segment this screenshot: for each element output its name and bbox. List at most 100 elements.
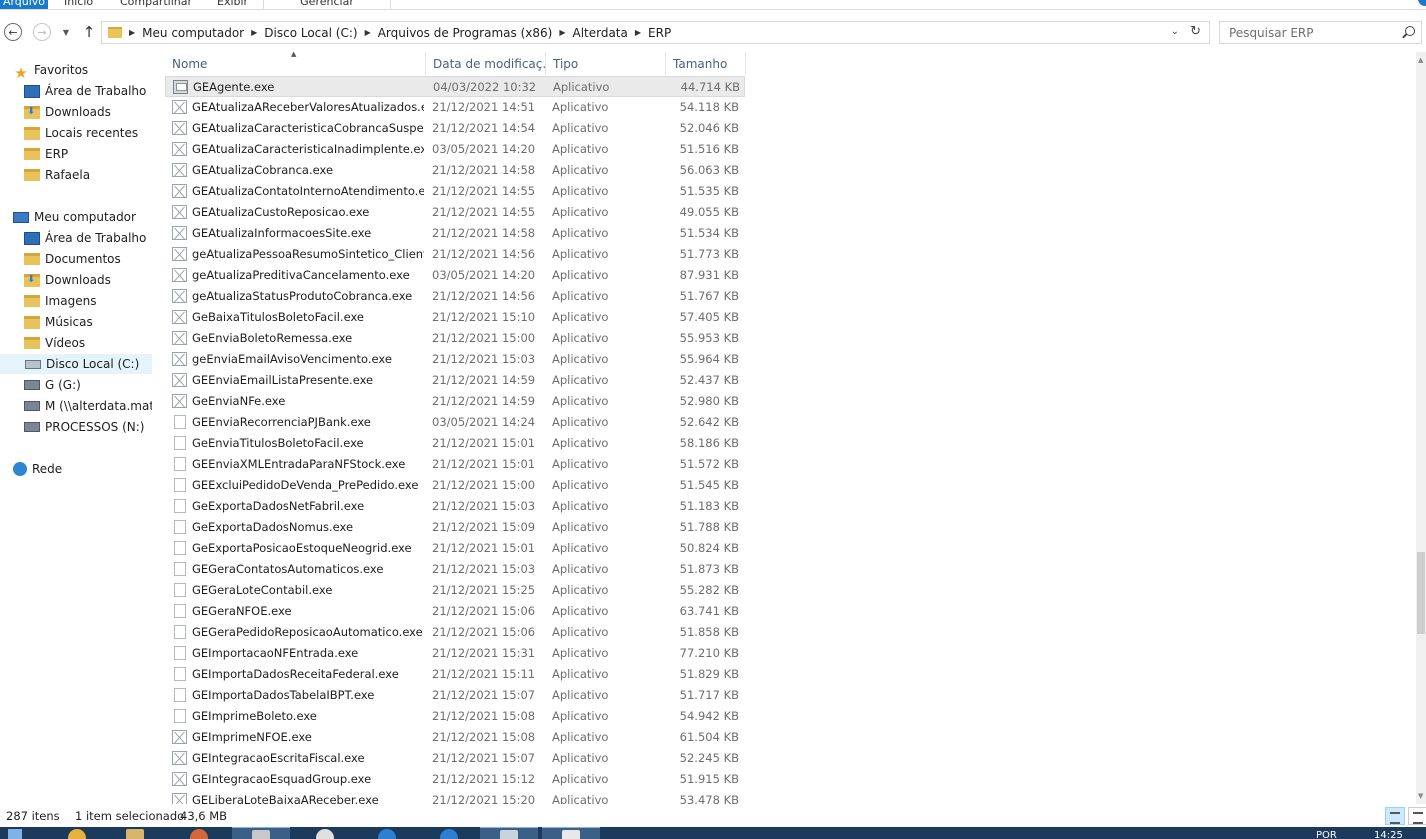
column-header-type[interactable]: Tipo xyxy=(546,52,666,75)
help-icon[interactable] xyxy=(1418,0,1426,6)
large-icons-view-button[interactable] xyxy=(1408,807,1426,825)
nav-item[interactable]: Imagens xyxy=(0,291,152,311)
file-row[interactable]: GEExcluiPedidoDeVenda_PrePedido.exe 21/12… xyxy=(165,475,745,496)
videos-folder-icon xyxy=(24,337,40,349)
nav-item[interactable]: Área de Trabalho xyxy=(0,81,152,101)
file-row[interactable]: GEGeraContatosAutomaticos.exe 21/12/2021 … xyxy=(165,559,745,580)
file-row[interactable]: GEGeraLoteContabil.exe 21/12/2021 15:25 Ap… xyxy=(165,580,745,601)
file-row[interactable]: GEImprimeNFOE.exe 21/12/2021 15:08 Aplicat… xyxy=(165,727,745,748)
taskbar-app-ie[interactable] xyxy=(48,827,106,839)
nav-item[interactable]: Downloads xyxy=(0,270,152,290)
nav-item[interactable]: Área de Trabalho xyxy=(0,228,152,248)
taskbar-app-window-1[interactable] xyxy=(480,827,538,839)
ribbon-tab-home[interactable]: Início xyxy=(64,0,93,9)
file-row[interactable]: GEEnviaXMLEntradaParaNFStock.exe 21/12/20… xyxy=(165,454,745,475)
up-button[interactable]: ↑ xyxy=(80,23,98,41)
nav-item[interactable]: Disco Local (C:) xyxy=(0,354,152,374)
file-row[interactable]: GEImportaDadosReceitaFederal.exe 21/12/20… xyxy=(165,664,745,685)
column-header-size[interactable]: Tamanho xyxy=(666,52,746,75)
breadcrumb-chevron-icon[interactable]: ▶ xyxy=(251,28,257,37)
file-row[interactable]: GEAgente.exe 04/03/2022 10:32 Aplicativo 44… xyxy=(165,76,745,97)
taskbar-app-explorer[interactable] xyxy=(106,827,164,839)
file-row[interactable]: GEAtualizaCaracteristicaInadimplente.exe… xyxy=(165,139,745,160)
file-row[interactable]: GeExportaDadosNetFabril.exe 21/12/2021 15… xyxy=(165,496,745,517)
file-row[interactable]: geAtualizaPreditivaCancelamento.exe 03/05… xyxy=(165,265,745,286)
back-button[interactable]: ← xyxy=(4,23,22,41)
details-view-button[interactable] xyxy=(1385,807,1405,825)
file-row[interactable]: GEImprimeBoleto.exe 21/12/2021 15:08 Aplic… xyxy=(165,706,745,727)
file-row[interactable]: GEAtualizaCustoReposicao.exe 21/12/2021 1… xyxy=(165,202,745,223)
file-row[interactable]: geAtualizaStatusProdutoCobranca.exe 21/12… xyxy=(165,286,745,307)
recent-locations-chevron-icon[interactable]: ▼ xyxy=(57,23,75,41)
taskbar-app-chrome[interactable] xyxy=(358,827,416,839)
file-row[interactable]: GEImportacaoNFEntrada.exe 21/12/2021 15:3… xyxy=(165,643,745,664)
taskbar-app-notepad[interactable] xyxy=(232,827,290,839)
scrollbar-thumb[interactable] xyxy=(1417,552,1425,634)
file-row[interactable]: GEImportaDadosTabelaIBPT.exe 21/12/2021 1… xyxy=(165,685,745,706)
nav-item[interactable]: Downloads xyxy=(0,102,152,122)
file-row[interactable]: GeBaixaTitulosBoletoFacil.exe 21/12/2021 … xyxy=(165,307,745,328)
nav-item[interactable]: ERP xyxy=(0,144,152,164)
file-row[interactable]: GEGeraNFOE.exe 21/12/2021 15:06 Aplicativo… xyxy=(165,601,745,622)
ribbon-tab-file[interactable]: Arquivo xyxy=(0,0,48,9)
ribbon-tab-share[interactable]: Compartilhar xyxy=(120,0,192,9)
file-row[interactable]: geAtualizaPessoaResumoSintetico_Client..… xyxy=(165,244,745,265)
ribbon-tab-view[interactable]: Exibir xyxy=(217,0,248,9)
file-row[interactable]: GEAtualizaCaracteristicaCobrancaSuspen..… xyxy=(165,118,745,139)
breadcrumb-item[interactable]: Alterdata xyxy=(572,26,627,40)
search-icon[interactable] xyxy=(1405,26,1415,36)
scroll-up-icon[interactable]: ▲ xyxy=(1418,56,1423,64)
breadcrumb-item[interactable]: Arquivos de Programas (x86) xyxy=(378,26,553,40)
nav-item[interactable]: Rede xyxy=(0,459,152,479)
file-row[interactable]: GEAtualizaContatoInternoAtendimento.e...… xyxy=(165,181,745,202)
breadcrumb-item[interactable]: Disco Local (C:) xyxy=(264,26,357,40)
search-input[interactable]: Pesquisar ERP xyxy=(1219,21,1422,44)
breadcrumb-item[interactable]: Meu computador xyxy=(142,26,244,40)
file-row[interactable]: GEIntegracaoEscritaFiscal.exe 21/12/2021 … xyxy=(165,748,745,769)
vertical-scrollbar[interactable]: ▲ ▼ xyxy=(1416,52,1426,804)
input-language[interactable]: POR xyxy=(1316,830,1337,839)
nav-item[interactable]: M (\\alterdata.matri xyxy=(0,396,152,416)
taskbar-app-clock[interactable] xyxy=(296,827,354,839)
file-row[interactable]: GEEnviaRecorrenciaPJBank.exe 03/05/2021 1… xyxy=(165,412,745,433)
taskbar-app-firefox[interactable] xyxy=(170,827,228,839)
forward-button[interactable]: → xyxy=(33,23,51,41)
file-row[interactable]: GeExportaPosicaoEstoqueNeogrid.exe 21/12/… xyxy=(165,538,745,559)
ribbon-tab-manage[interactable]: Gerenciar xyxy=(263,0,391,9)
address-bar[interactable]: ▶ Meu computador ▶ Disco Local (C:) ▶ Arquivo… xyxy=(101,21,1210,44)
nav-item[interactable]: G (G:) xyxy=(0,375,152,395)
breadcrumb-chevron-icon[interactable]: ▶ xyxy=(129,28,135,37)
nav-item[interactable]: Meu computador xyxy=(0,207,152,227)
file-row[interactable]: GeEnviaBoletoRemessa.exe 21/12/2021 15:00… xyxy=(165,328,745,349)
file-row[interactable]: GEAtualizaInformacoesSite.exe 21/12/2021 … xyxy=(165,223,745,244)
nav-item[interactable]: ★ Favoritos xyxy=(0,60,152,82)
address-dropdown-chevron-icon[interactable]: ⌄ xyxy=(1171,26,1179,37)
file-row[interactable]: GEAtualizaAReceberValoresAtualizados.exe… xyxy=(165,97,745,118)
file-size: 63.741 KB xyxy=(679,604,739,618)
file-row[interactable]: GEIntegracaoEsquadGroup.exe 21/12/2021 15… xyxy=(165,769,745,790)
nav-item[interactable]: Rafaela xyxy=(0,165,152,185)
nav-item[interactable]: Documentos xyxy=(0,249,152,269)
nav-item[interactable]: Músicas xyxy=(0,312,152,332)
file-row[interactable]: geEnviaEmailAvisoVencimento.exe 21/12/202… xyxy=(165,349,745,370)
breadcrumb-chevron-icon[interactable]: ▶ xyxy=(365,28,371,37)
nav-item[interactable]: Vídeos xyxy=(0,333,152,353)
file-row[interactable]: GeEnviaTitulosBoletoFacil.exe 21/12/2021 … xyxy=(165,433,745,454)
breadcrumb-chevron-icon[interactable]: ▶ xyxy=(635,28,641,37)
breadcrumb-item[interactable]: ERP xyxy=(648,26,671,40)
scroll-down-icon[interactable]: ▼ xyxy=(1418,792,1423,800)
taskbar-app-browser[interactable] xyxy=(420,827,478,839)
taskbar-app-window-2[interactable] xyxy=(542,827,600,839)
file-row[interactable]: GeExportaDadosNomus.exe 21/12/2021 15:09 A… xyxy=(165,517,745,538)
file-row[interactable]: GeEnviaNFe.exe 21/12/2021 14:59 Aplicativo… xyxy=(165,391,745,412)
file-row[interactable]: GEGeraPedidoReposicaoAutomatico.exe 21/12… xyxy=(165,622,745,643)
refresh-icon[interactable]: ↻ xyxy=(1190,24,1201,39)
file-row[interactable]: GELiberaLoteBaixaAReceber.exe 21/12/2021 … xyxy=(165,790,745,804)
column-header-date[interactable]: Data de modificaç... xyxy=(426,52,546,75)
file-row[interactable]: GEEnviaEmailListaPresente.exe 21/12/2021 … xyxy=(165,370,745,391)
nav-item[interactable]: PROCESSOS (N:) xyxy=(0,417,152,437)
system-clock[interactable]: 14:25 xyxy=(1374,830,1403,839)
file-row[interactable]: GEAtualizaCobranca.exe 21/12/2021 14:58 Ap… xyxy=(165,160,745,181)
nav-item[interactable]: Locais recentes xyxy=(0,123,152,143)
breadcrumb-chevron-icon[interactable]: ▶ xyxy=(559,28,565,37)
